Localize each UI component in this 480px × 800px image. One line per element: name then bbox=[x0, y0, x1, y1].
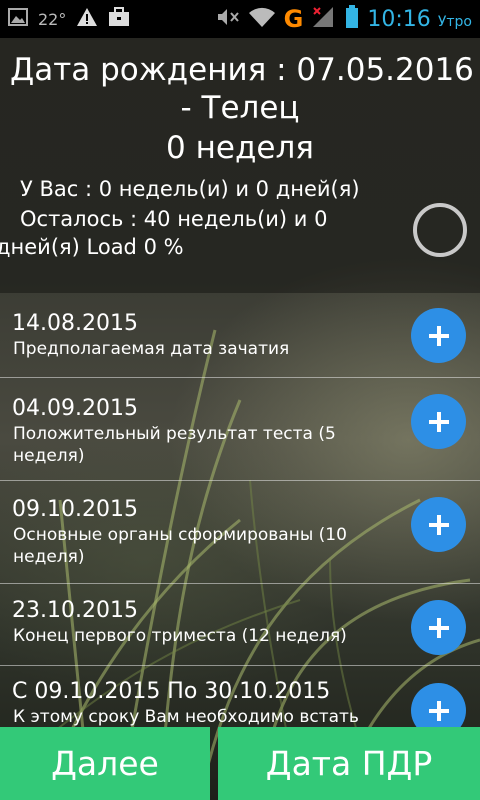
milestone-date: 23.10.2015 bbox=[12, 598, 138, 623]
clock-time: 10:16 bbox=[367, 6, 431, 32]
briefcase-icon bbox=[108, 7, 130, 31]
list-item[interactable]: С 09.10.2015 По 30.10.2015 К этому сроку… bbox=[0, 665, 480, 727]
add-reminder-button[interactable] bbox=[411, 308, 466, 363]
list-item[interactable]: 09.10.2015 Основные органы сформированы … bbox=[0, 480, 480, 567]
milestone-description: Положительный результат теста (5 неделя) bbox=[13, 424, 336, 466]
remaining-time-text: Осталось : 40 недель(и) и 0 bbox=[20, 207, 328, 231]
milestone-date: 04.09.2015 bbox=[12, 396, 138, 421]
add-reminder-button[interactable] bbox=[411, 683, 466, 727]
plus-icon bbox=[428, 700, 449, 721]
plus-icon bbox=[428, 514, 449, 535]
add-reminder-button[interactable] bbox=[411, 600, 466, 655]
remaining-days-load-text: дней(я) Load 0 % bbox=[0, 235, 184, 259]
pregnancy-summary-header: Дата рождения : 07.05.2016 - Телец 0 нед… bbox=[0, 38, 480, 293]
elapsed-time-text: У Вас : 0 недель(и) и 0 дней(я) bbox=[20, 177, 360, 201]
milestone-description: Основные органы сформированы (10 неделя) bbox=[13, 525, 347, 567]
signal-icon bbox=[311, 5, 337, 33]
mute-icon bbox=[216, 7, 240, 31]
milestone-date: 09.10.2015 bbox=[12, 497, 138, 522]
bottom-button-bar: Далее Дата ПДР bbox=[0, 727, 480, 800]
list-item[interactable]: 04.09.2015 Положительный результат теста… bbox=[0, 377, 480, 466]
plus-icon bbox=[428, 325, 449, 346]
milestone-description: Предполагаемая дата зачатия bbox=[13, 339, 290, 359]
milestone-description: Конец первого триместа (12 неделя) bbox=[13, 626, 347, 646]
network-type-text: G bbox=[283, 5, 304, 33]
add-reminder-button[interactable] bbox=[411, 497, 466, 552]
battery-icon bbox=[345, 5, 359, 33]
list-item[interactable]: 23.10.2015 Конец первого триместа (12 не… bbox=[0, 583, 480, 668]
milestone-list: 14.08.2015 Предполагаемая дата зачатия 0… bbox=[0, 293, 480, 727]
status-bar: 22° G 10:16 Утро bbox=[0, 0, 480, 38]
list-item[interactable]: 14.08.2015 Предполагаемая дата зачатия bbox=[0, 293, 480, 377]
milestone-date: 14.08.2015 bbox=[12, 311, 138, 336]
birth-date-title: Дата рождения : 07.05.2016 bbox=[10, 52, 474, 88]
image-icon bbox=[8, 8, 28, 30]
plus-icon bbox=[428, 411, 449, 432]
add-reminder-button[interactable] bbox=[411, 394, 466, 449]
temperature-text: 22° bbox=[38, 9, 67, 29]
plus-icon bbox=[428, 617, 449, 638]
due-date-button[interactable]: Дата ПДР bbox=[218, 727, 480, 800]
wifi-icon bbox=[248, 6, 276, 32]
next-button[interactable]: Далее bbox=[0, 727, 210, 800]
current-week-title: 0 неделя bbox=[166, 130, 314, 166]
zodiac-sign-title: - Телец bbox=[180, 90, 300, 126]
warning-icon bbox=[76, 7, 98, 31]
clock-period: Утро bbox=[437, 13, 472, 30]
loading-spinner-icon bbox=[413, 203, 467, 257]
milestone-description: К этому сроку Вам необходимо встать bbox=[13, 707, 359, 727]
milestone-date: С 09.10.2015 По 30.10.2015 bbox=[12, 679, 331, 704]
